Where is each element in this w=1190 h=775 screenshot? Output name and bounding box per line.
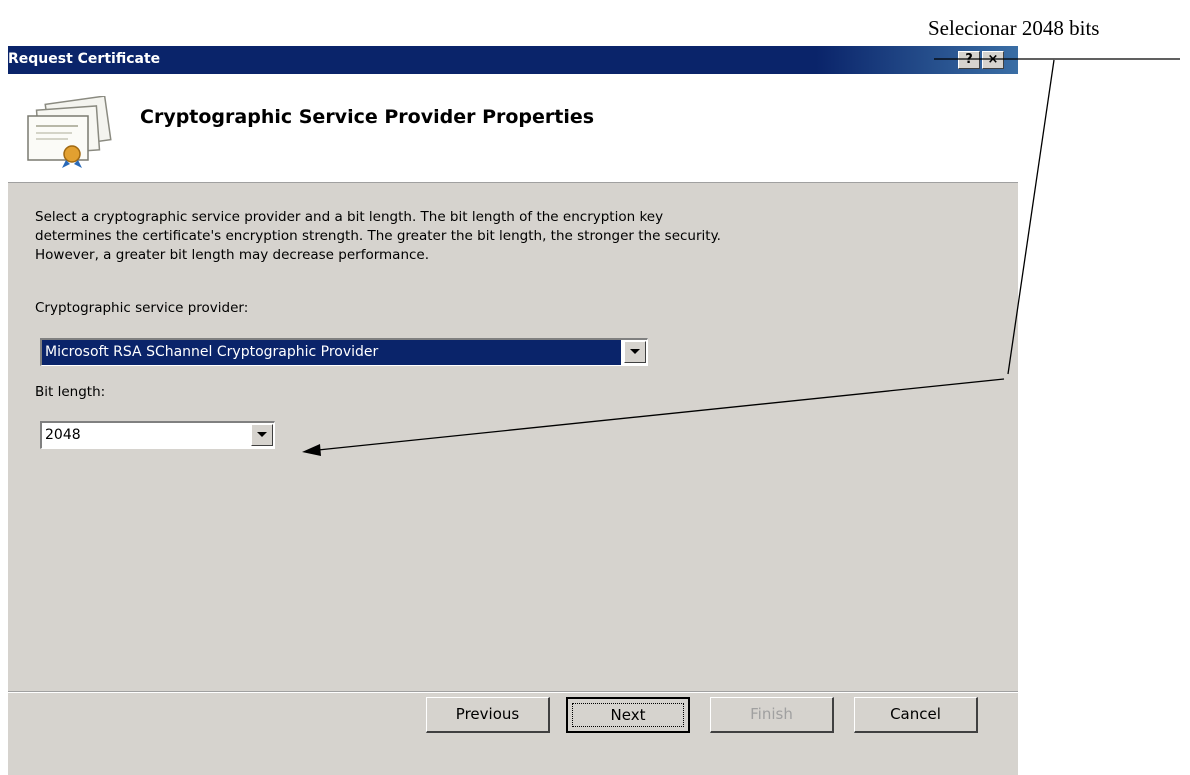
title-bar: Request Certificate ? × <box>8 46 1018 74</box>
bit-length-label: Bit length: <box>35 384 106 400</box>
annotation-label: Selecionar 2048 bits <box>928 16 1100 40</box>
description-line: determines the certificate's encryption … <box>35 228 721 244</box>
csp-select[interactable]: Microsoft RSA SChannel Cryptographic Pro… <box>40 338 648 366</box>
bit-length-selected-value: 2048 <box>45 427 81 443</box>
bit-length-select[interactable]: 2048 <box>40 421 275 449</box>
description-line: Select a cryptographic service provider … <box>35 209 664 225</box>
chevron-down-icon[interactable] <box>251 424 273 446</box>
csp-selected-value: Microsoft RSA SChannel Cryptographic Pro… <box>42 340 621 365</box>
next-button[interactable]: Next <box>566 697 690 733</box>
chevron-down-icon[interactable] <box>624 341 646 363</box>
finish-button[interactable]: Finish <box>710 697 834 733</box>
wizard-header: Cryptographic Service Provider Propertie… <box>8 74 1018 183</box>
footer-divider <box>8 691 1018 693</box>
close-button[interactable]: × <box>982 51 1004 69</box>
csp-label: Cryptographic service provider: <box>35 300 249 316</box>
description-line: However, a greater bit length may decrea… <box>35 247 430 263</box>
certificate-icon <box>27 96 112 168</box>
help-button[interactable]: ? <box>958 51 980 69</box>
cancel-button[interactable]: Cancel <box>854 697 978 733</box>
previous-button[interactable]: Previous <box>426 697 550 733</box>
focus-rect <box>572 703 684 727</box>
window-title: Request Certificate <box>8 51 161 67</box>
request-certificate-dialog: Request Certificate ? × Cryptographic Se… <box>8 46 1018 775</box>
description-text: Select a cryptographic service provider … <box>35 208 935 265</box>
page-title: Cryptographic Service Provider Propertie… <box>140 106 595 128</box>
